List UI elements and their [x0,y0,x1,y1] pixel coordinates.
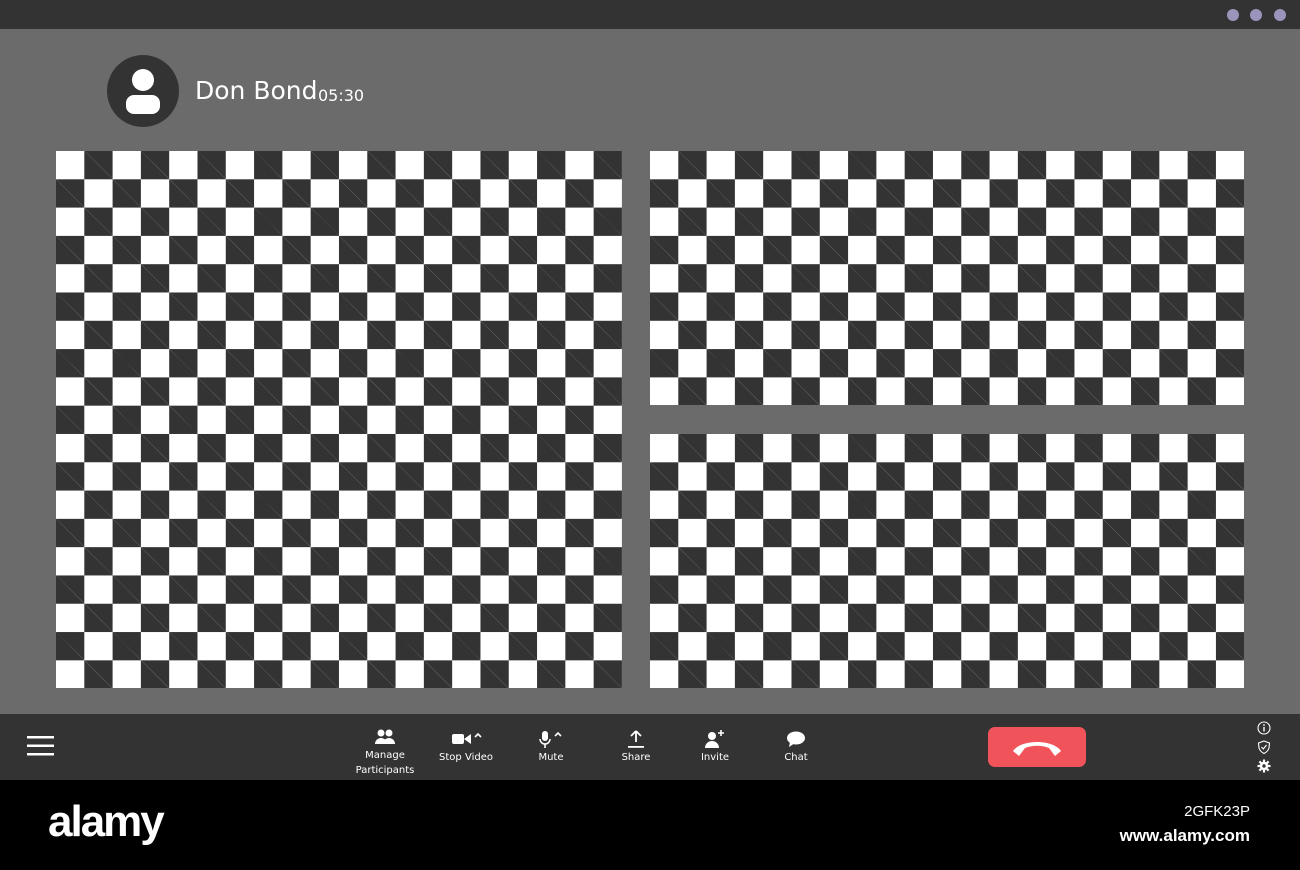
stock-footer [0,780,1300,870]
call-toolbar: Manage Participants Stop Video Mute Shar… [0,714,1300,780]
window-dot-1[interactable] [1227,9,1239,21]
mute-label: Mute [538,752,564,763]
stop-video-label: Stop Video [439,752,493,763]
manage-participants-label-2: Participants [355,765,415,776]
brand-logo: alamy [48,797,165,846]
title-bar [0,0,1300,29]
hang-up-icon [1013,742,1061,756]
gear-icon [1257,759,1271,773]
window-dot-3[interactable] [1274,9,1286,21]
video-tile-main[interactable] [56,151,622,688]
participant-avatar[interactable] [107,55,179,127]
stop-video-button[interactable]: Stop Video [421,728,511,765]
participants-icon [375,729,395,744]
participant-name: Don Bond [195,76,318,105]
info-icon [1257,721,1271,735]
video-tile-top-right[interactable] [650,151,1244,405]
share-button[interactable]: Share [591,728,681,765]
invite-button[interactable]: Invite [670,728,760,765]
menu-button[interactable] [27,734,55,763]
video-tile-bottom-right[interactable] [650,434,1244,688]
microphone-icon [539,731,562,748]
end-call-button[interactable] [988,727,1086,767]
mute-button[interactable]: Mute [506,728,596,765]
share-label: Share [621,752,651,763]
manage-participants-label-1: Manage [365,750,405,761]
call-duration: 05:30 [318,86,365,105]
image-id: 2GFK23P [1184,803,1250,820]
site-url: www.alamy.com [1119,826,1250,845]
user-avatar-icon [126,69,160,114]
info-button[interactable] [1257,721,1271,735]
chat-bubble-icon [787,731,805,747]
shield-icon [1257,740,1271,754]
security-button[interactable] [1257,740,1271,754]
chat-label: Chat [784,752,808,763]
manage-participants-button[interactable]: Manage Participants [340,726,430,778]
chat-button[interactable]: Chat [751,728,841,765]
add-user-icon [705,730,724,748]
window-dot-2[interactable] [1250,9,1262,21]
menu-icon [27,736,54,756]
video-camera-icon [452,732,482,744]
share-upload-icon [628,730,644,748]
settings-button[interactable] [1257,759,1271,773]
invite-label: Invite [700,752,730,763]
